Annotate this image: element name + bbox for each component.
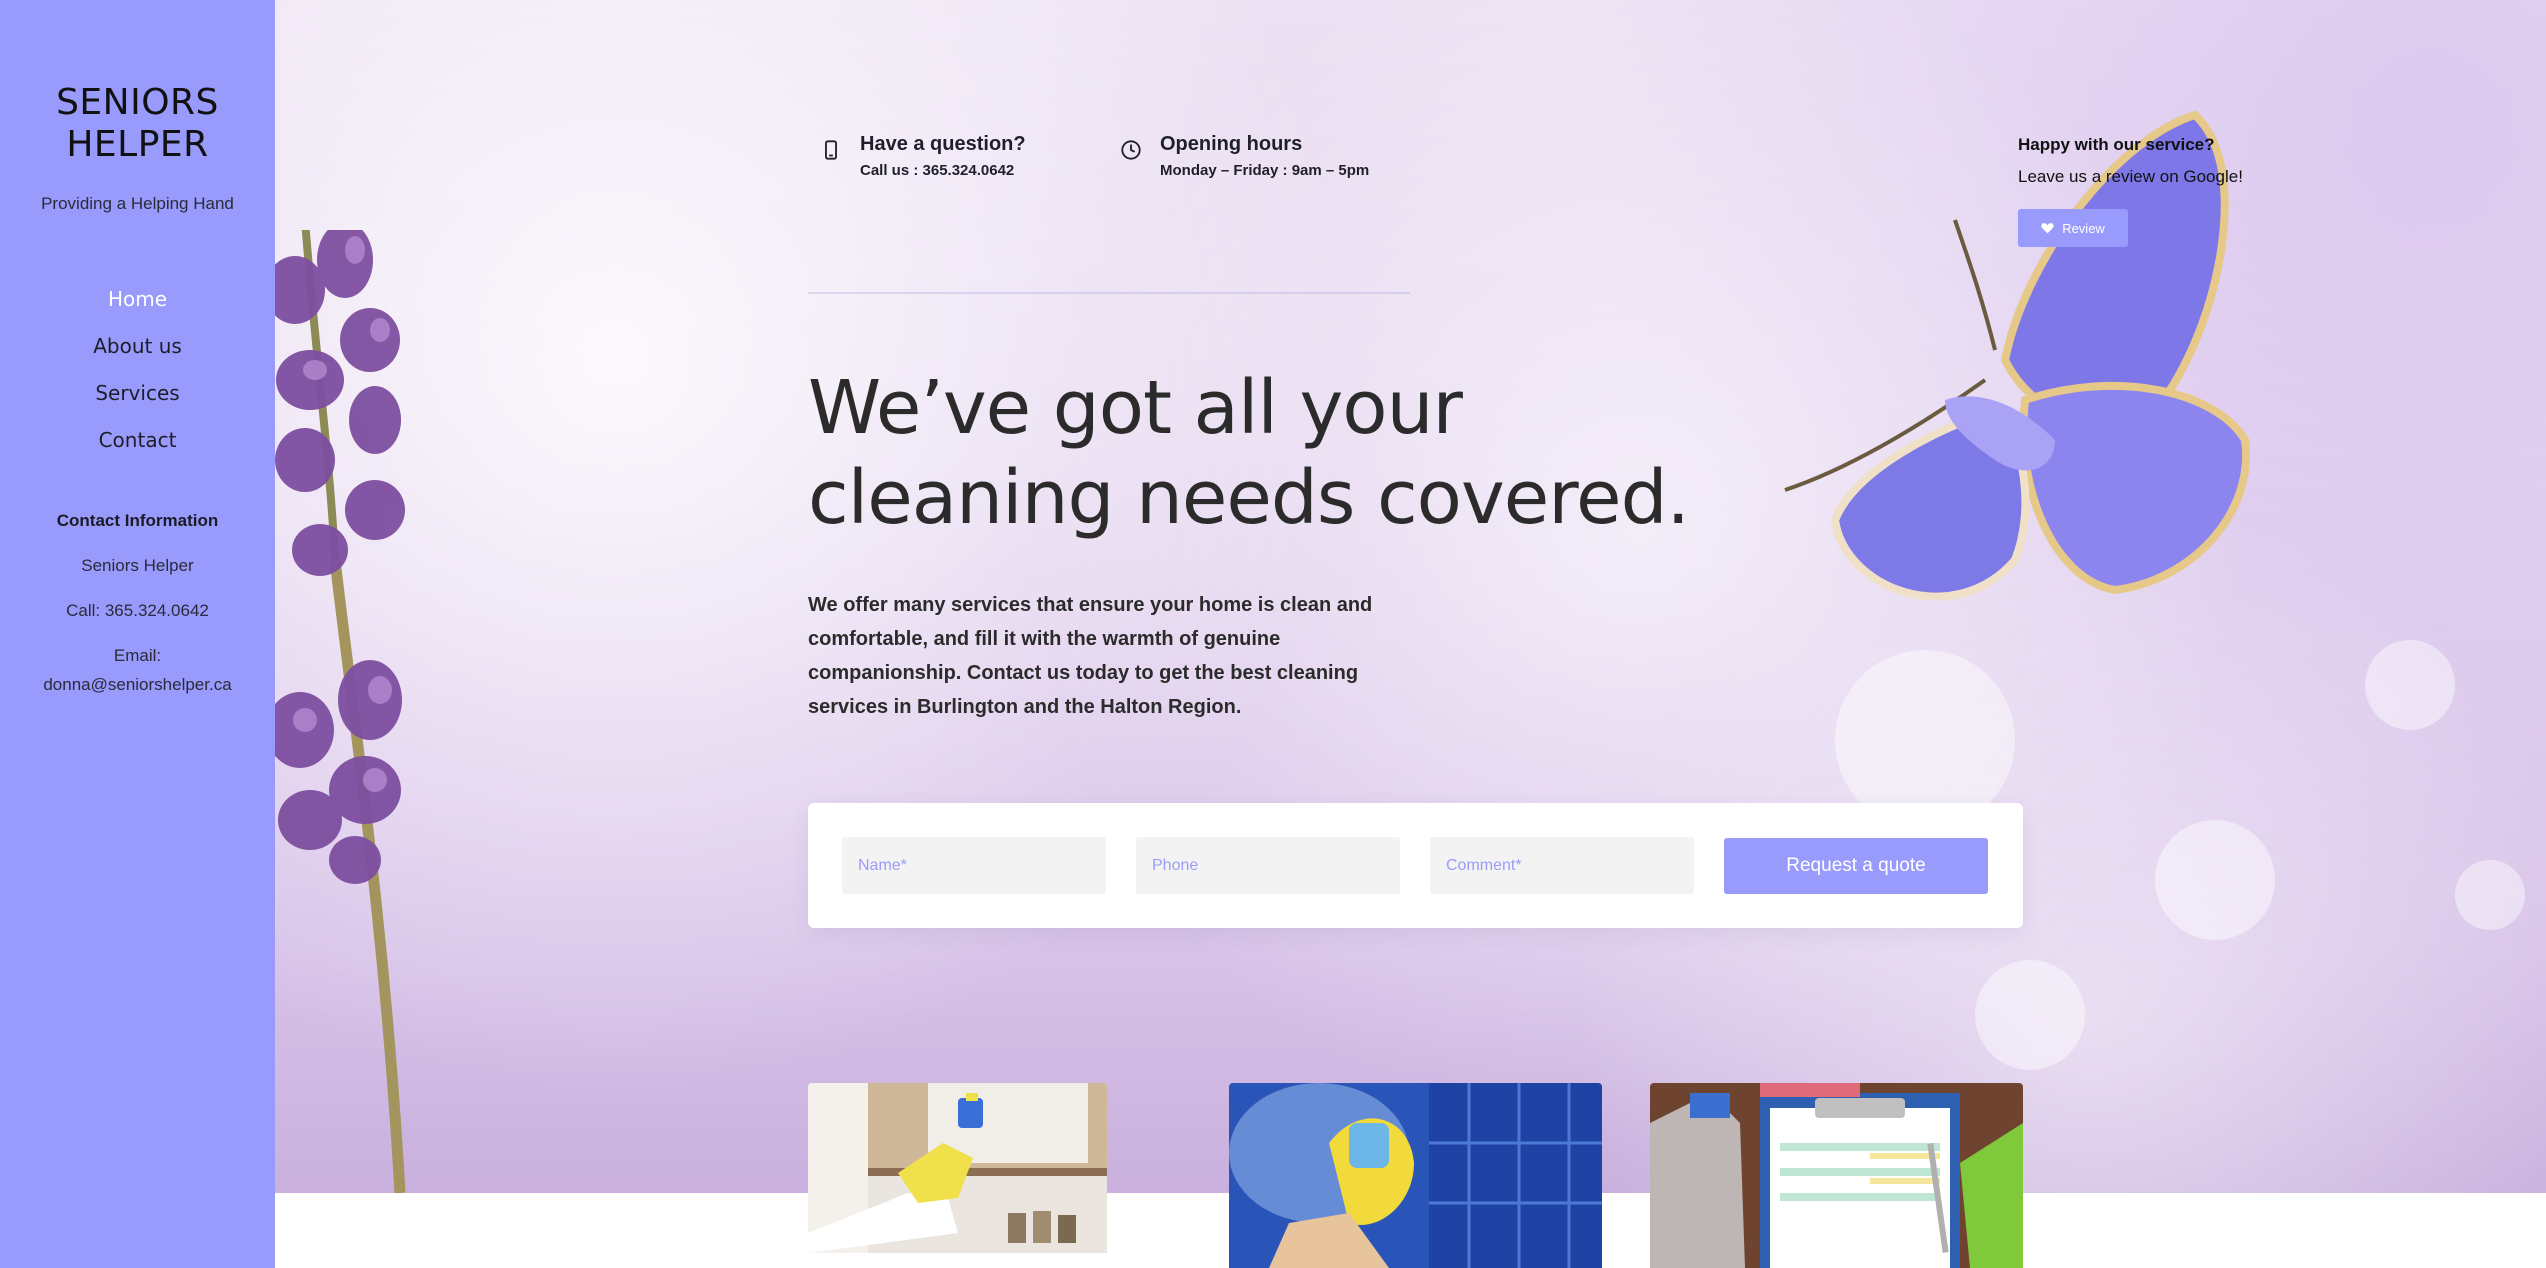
bokeh-decoration bbox=[2365, 640, 2455, 730]
nav-item-about-us[interactable]: About us bbox=[0, 323, 275, 370]
clock-icon bbox=[1121, 140, 1141, 160]
service-card-image-window-cleaning[interactable] bbox=[1229, 1083, 1602, 1268]
hours-detail: Monday – Friday : 9am – 5pm bbox=[1160, 162, 1370, 179]
site-logo[interactable]: SENIORS HELPER bbox=[0, 82, 275, 166]
contact-email[interactable]: donna@seniorshelper.ca bbox=[0, 670, 275, 699]
headline-line-2: cleaning needs covered. bbox=[808, 455, 1690, 541]
review-button-label: Review bbox=[2062, 220, 2105, 236]
brand-line-2: HELPER bbox=[66, 124, 209, 165]
hours-title: Opening hours bbox=[1160, 133, 1303, 155]
opening-hours-info: Opening hours Monday – Friday : 9am – 5p… bbox=[1120, 133, 1369, 179]
question-detail[interactable]: Call us : 365.324.0642 bbox=[860, 162, 1026, 179]
contact-phone[interactable]: Call: 365.324.0642 bbox=[0, 596, 275, 625]
bokeh-decoration bbox=[1975, 960, 2085, 1070]
bokeh-decoration bbox=[2155, 820, 2275, 940]
hero-description: We offer many services that ensure your … bbox=[808, 594, 1373, 718]
main-nav: Home About us Services Contact bbox=[0, 276, 275, 464]
comment-input[interactable] bbox=[1430, 837, 1694, 894]
cleaning-plan-image bbox=[1650, 1083, 2023, 1268]
question-info: Have a question? Call us : 365.324.0642 bbox=[820, 133, 1026, 179]
question-title: Have a question? bbox=[860, 133, 1026, 155]
service-card-image-cabinet-cleaning[interactable] bbox=[808, 1083, 1107, 1253]
quote-form: Request a quote bbox=[808, 803, 2023, 928]
divider bbox=[808, 292, 1410, 294]
bokeh-decoration bbox=[2455, 860, 2525, 930]
hero-headline: We’ve got all your cleaning needs covere… bbox=[808, 363, 1808, 543]
nav-item-home[interactable]: Home bbox=[0, 276, 275, 323]
name-input[interactable] bbox=[842, 837, 1106, 894]
nav-item-contact[interactable]: Contact bbox=[0, 417, 275, 464]
lavender-flower-image bbox=[275, 230, 406, 1193]
brand-line-1: SENIORS bbox=[56, 82, 219, 123]
headline-line-1: We’ve got all your bbox=[808, 365, 1463, 451]
window-cleaning-image bbox=[1229, 1083, 1602, 1268]
heart-icon bbox=[2041, 223, 2054, 234]
phone-icon bbox=[825, 140, 837, 160]
review-title: Happy with our service? bbox=[2018, 135, 2215, 154]
contact-email-label: Email: bbox=[113, 646, 162, 665]
phone-input[interactable] bbox=[1136, 837, 1400, 894]
contact-information: Contact Information Seniors Helper Call:… bbox=[0, 506, 275, 699]
service-card-image-cleaning-plan[interactable] bbox=[1650, 1083, 2023, 1268]
cabinet-cleaning-image bbox=[808, 1083, 1107, 1253]
review-block: Happy with our service? Leave us a revie… bbox=[2018, 135, 2278, 247]
review-button[interactable]: Review bbox=[2018, 209, 2128, 247]
request-quote-button[interactable]: Request a quote bbox=[1724, 837, 1988, 894]
contact-name: Seniors Helper bbox=[81, 556, 194, 575]
hero-section: Have a question? Call us : 365.324.0642 … bbox=[275, 0, 2546, 1193]
nav-item-services[interactable]: Services bbox=[0, 370, 275, 417]
review-text: Leave us a review on Google! bbox=[2018, 167, 2243, 186]
site-tagline: Providing a Helping Hand bbox=[41, 194, 234, 213]
contact-heading: Contact Information bbox=[56, 511, 219, 530]
sidebar: SENIORS HELPER Providing a Helping Hand … bbox=[0, 0, 275, 1268]
